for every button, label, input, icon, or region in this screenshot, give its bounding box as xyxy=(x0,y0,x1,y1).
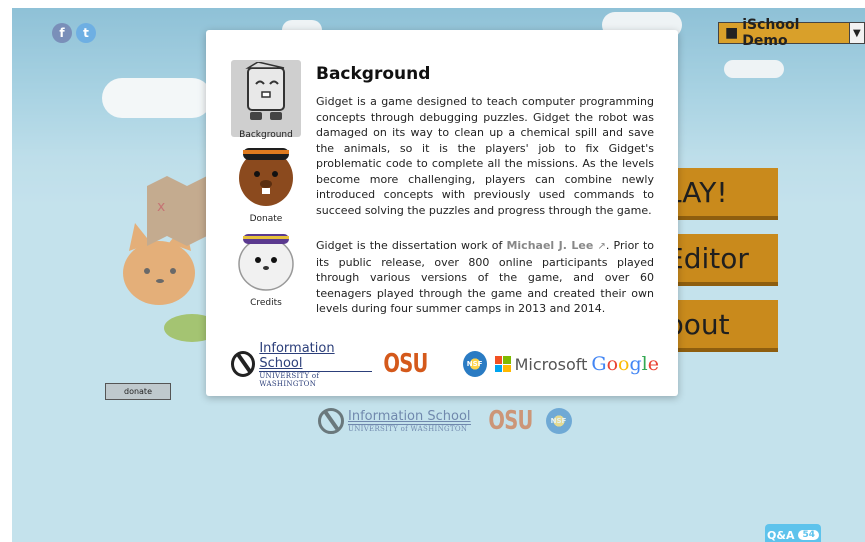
google-letter: o xyxy=(606,353,619,375)
sidebar-item-label: Background xyxy=(239,130,293,140)
user-menu[interactable]: ■ iSchool Demo ▼ xyxy=(718,17,865,49)
qa-tab[interactable]: Q&A 54 xyxy=(765,524,821,542)
dissertation-paragraph: Gidget is the dissertation work of Micha… xyxy=(316,238,654,317)
nsf-logo: NSF xyxy=(545,408,572,434)
page-title: Background xyxy=(316,64,431,84)
google-letter: o xyxy=(618,353,630,375)
google-letter: G xyxy=(591,353,607,375)
ischool-logo: Information School UNIVERSITY of WASHING… xyxy=(318,408,471,434)
sidebar-item-background[interactable]: Background xyxy=(231,60,301,140)
ischool-name: Information School xyxy=(348,409,471,424)
osu-logo: OSU xyxy=(383,349,428,379)
ischool-logo: Information School UNIVERSITY of WASHING… xyxy=(231,341,372,388)
sidebar-item-donate[interactable]: Donate xyxy=(231,142,301,224)
microsoft-name: Microsoft xyxy=(514,354,588,374)
paragraph-text: Gidget is the dissertation work of xyxy=(316,239,507,252)
donate-button[interactable]: donate xyxy=(105,383,171,400)
google-logo: Google xyxy=(591,353,659,375)
uw-name: UNIVERSITY of WASHINGTON xyxy=(259,370,372,388)
qa-label: Q&A xyxy=(767,528,795,542)
seal-icon xyxy=(238,234,294,291)
user-name: iSchool Demo xyxy=(742,17,800,49)
author-link[interactable]: Michael J. Lee xyxy=(506,239,593,252)
chevron-down-icon[interactable]: ▼ xyxy=(848,23,864,43)
google-letter: e xyxy=(647,353,659,375)
beaver-icon xyxy=(239,148,293,206)
gidget-robot-icon xyxy=(245,61,285,120)
sidebar-item-credits[interactable]: Credits xyxy=(231,226,301,308)
ischool-name: Information School xyxy=(259,340,335,371)
osu-logo: OSU xyxy=(487,406,533,436)
sidebar-item-label: Credits xyxy=(250,298,282,308)
user-icon: ■ xyxy=(725,25,739,41)
ischool-mark-icon xyxy=(231,351,256,377)
ischool-mark-icon xyxy=(318,408,344,434)
nsf-logo: NSF xyxy=(462,351,487,377)
external-link-icon[interactable]: ↗ xyxy=(598,241,606,252)
google-letter: g xyxy=(629,353,642,375)
sidebar-item-label: Donate xyxy=(249,214,283,224)
footer-logos: Information School UNIVERSITY of WASHING… xyxy=(318,406,572,436)
sponsor-logos: Information School UNIVERSITY of WASHING… xyxy=(231,341,659,388)
background-modal: Background Donate Credits Background Gid… xyxy=(206,30,678,396)
microsoft-grid-icon xyxy=(494,356,511,372)
qa-count-badge: 54 xyxy=(798,530,819,540)
microsoft-logo: Microsoft xyxy=(494,354,588,374)
uw-name: UNIVERSITY of WASHINGTON xyxy=(348,424,471,433)
background-paragraph: Gidget is a game designed to teach compu… xyxy=(316,95,654,217)
